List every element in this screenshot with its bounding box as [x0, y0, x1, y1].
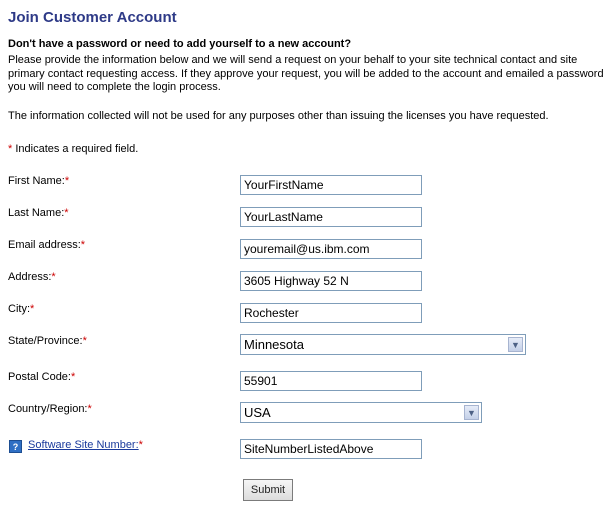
address-input[interactable] [240, 271, 422, 291]
required-marker: * [30, 303, 35, 315]
country-label: Country/Region:* [8, 403, 92, 415]
intro-line-3: you will need to complete the login proc… [8, 81, 221, 93]
last-name-input[interactable] [240, 207, 422, 227]
city-label: City:* [8, 303, 34, 315]
chevron-down-icon[interactable]: ▼ [508, 337, 523, 352]
chevron-down-icon[interactable]: ▼ [464, 405, 479, 420]
required-marker: * [138, 439, 143, 451]
site-number-label: Software Site Number:* [28, 439, 143, 451]
intro-line-2: primary contact requesting access. If th… [8, 68, 604, 80]
postal-code-label-text: Postal Code: [8, 371, 71, 383]
privacy-note: The information collected will not be us… [8, 110, 549, 122]
required-note-text: Indicates a required field. [12, 143, 139, 155]
first-name-label-text: First Name: [8, 175, 65, 187]
email-input[interactable] [240, 239, 422, 259]
site-number-link[interactable]: Software Site Number: [28, 439, 139, 451]
email-label-text: Email address: [8, 239, 81, 251]
email-label: Email address:* [8, 239, 85, 251]
required-marker: * [51, 271, 56, 283]
site-number-input[interactable] [240, 439, 422, 459]
state-select-value: Minnesota [244, 337, 304, 352]
postal-code-input[interactable] [240, 371, 422, 391]
address-label: Address:* [8, 271, 56, 283]
address-label-text: Address: [8, 271, 52, 283]
intro-heading: Don't have a password or need to add you… [8, 38, 352, 50]
last-name-label-text: Last Name: [8, 207, 65, 219]
submit-button[interactable]: Submit [243, 479, 293, 501]
help-icon[interactable]: ? [9, 440, 22, 453]
city-input[interactable] [240, 303, 422, 323]
country-select-value: USA [244, 405, 271, 420]
last-name-label: Last Name:* [8, 207, 69, 219]
required-marker: * [64, 175, 70, 187]
page-title: Join Customer Account [8, 9, 177, 26]
required-marker: * [87, 403, 92, 415]
required-marker: * [82, 335, 87, 347]
first-name-label: First Name:* [8, 175, 69, 187]
postal-code-label: Postal Code:* [8, 371, 75, 383]
state-label: State/Province:* [8, 335, 87, 347]
required-marker: * [64, 207, 69, 219]
intro-line-1: Please provide the information below and… [8, 54, 578, 66]
required-marker: * [70, 371, 76, 383]
required-marker: * [80, 239, 86, 251]
city-label-text: City: [8, 303, 30, 315]
first-name-input[interactable] [240, 175, 422, 195]
country-select[interactable]: USA ▼ [240, 402, 482, 423]
state-label-text: State/Province: [8, 335, 83, 347]
required-note: * Indicates a required field. [8, 142, 608, 156]
country-label-text: Country/Region: [8, 403, 88, 415]
state-select[interactable]: Minnesota ▼ [240, 334, 526, 355]
